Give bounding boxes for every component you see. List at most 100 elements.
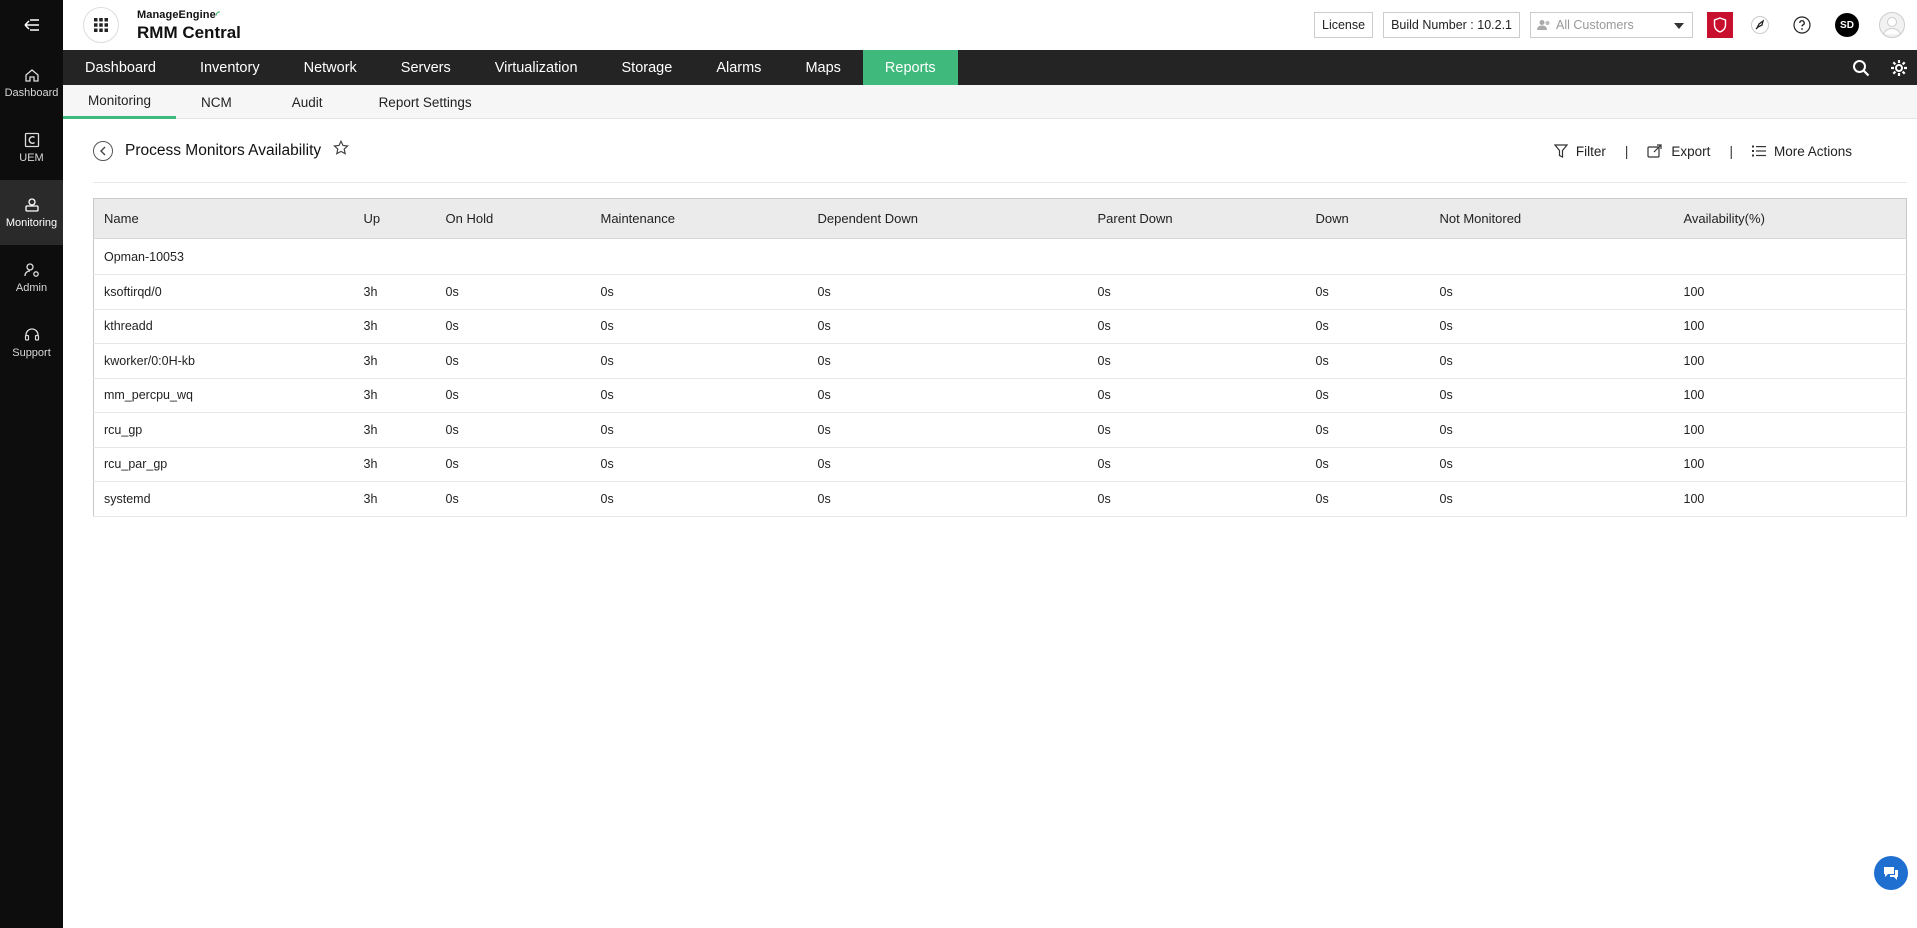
help-button[interactable]	[1789, 12, 1815, 38]
rail-item-label: Support	[12, 346, 51, 359]
rail-item-label: Monitoring	[5, 216, 58, 229]
cell-on-hold: 0s	[435, 447, 591, 482]
cell-down: 0s	[1305, 309, 1430, 344]
nav-dashboard[interactable]: Dashboard	[63, 50, 178, 85]
cell-parent-down: 0s	[1087, 378, 1306, 413]
nav-virtualization[interactable]: Virtualization	[473, 50, 600, 85]
license-button[interactable]: License	[1314, 12, 1374, 38]
column-header-up[interactable]: Up	[353, 198, 436, 239]
filter-icon	[1553, 144, 1568, 158]
cell-on-hold: 0s	[435, 309, 591, 344]
profile-button[interactable]	[1879, 12, 1905, 38]
rail-item-monitoring[interactable]: Monitoring	[0, 180, 63, 245]
cell-dependent-down: 0s	[807, 412, 1088, 448]
cell-dependent-down: 0s	[807, 343, 1088, 379]
filter-button[interactable]: Filter	[1553, 144, 1606, 159]
group-name: Opman-10053	[93, 238, 1907, 275]
export-button[interactable]: Export	[1647, 144, 1710, 159]
column-header-not-monitored[interactable]: Not Monitored	[1429, 198, 1674, 239]
column-header-maintenance[interactable]: Maintenance	[590, 198, 808, 239]
chat-button[interactable]	[1874, 856, 1908, 890]
report-content: Process Monitors Availability Filter | E…	[93, 119, 1907, 517]
chevron-down-icon	[1674, 23, 1684, 29]
nav-inventory[interactable]: Inventory	[178, 50, 282, 85]
cell-not-monitored: 0s	[1429, 274, 1674, 310]
cell-parent-down: 0s	[1087, 309, 1306, 344]
cell-not-monitored: 0s	[1429, 447, 1674, 482]
cell-availability: 100	[1673, 309, 1907, 344]
cell-name: mm_percpu_wq	[93, 378, 354, 413]
customer-select-value: All Customers	[1556, 18, 1634, 32]
help-icon	[1793, 16, 1811, 34]
profile-icon	[1879, 12, 1905, 38]
nav-maps[interactable]: Maps	[783, 50, 862, 85]
monitoring-icon	[24, 197, 39, 212]
cell-down: 0s	[1305, 343, 1430, 379]
nav-reports[interactable]: Reports	[862, 50, 958, 85]
rail-item-uem[interactable]: UEM	[0, 115, 63, 180]
app-launcher-button[interactable]	[83, 7, 119, 43]
cell-not-monitored: 0s	[1429, 343, 1674, 379]
favorite-button[interactable]	[333, 139, 350, 161]
collapse-menu-button[interactable]	[0, 0, 63, 50]
column-header-dependent-down[interactable]: Dependent Down	[807, 198, 1088, 239]
cell-down: 0s	[1305, 481, 1430, 517]
nav-storage[interactable]: Storage	[600, 50, 695, 85]
cell-down: 0s	[1305, 412, 1430, 448]
page-actions: Filter | Export | More Actions	[1553, 119, 1852, 183]
table-row: kthreadd 3h 0s 0s 0s 0s 0s 0s 100	[93, 309, 1907, 344]
build-number-badge: Build Number : 10.2.1	[1383, 12, 1520, 38]
cell-name: rcu_gp	[93, 412, 354, 448]
brand-logo[interactable]: ManageEngine◜ RMM Central	[137, 8, 241, 42]
rail-item-admin[interactable]: Admin	[0, 245, 63, 310]
column-header-down[interactable]: Down	[1305, 198, 1430, 239]
whats-new-button[interactable]	[1747, 12, 1773, 38]
rail-item-dashboard[interactable]: Dashboard	[0, 50, 63, 115]
cell-availability: 100	[1673, 481, 1907, 517]
nav-alarms[interactable]: Alarms	[694, 50, 783, 85]
user-avatar[interactable]: SD	[1835, 13, 1859, 37]
cell-down: 0s	[1305, 447, 1430, 482]
page-header: Process Monitors Availability Filter | E…	[93, 119, 1907, 183]
cell-dependent-down: 0s	[807, 447, 1088, 482]
subtab-ncm[interactable]: NCM	[176, 85, 257, 119]
cell-up: 3h	[353, 481, 436, 517]
more-actions-label: More Actions	[1773, 143, 1852, 159]
column-header-availability[interactable]: Availability(%)	[1673, 198, 1907, 239]
cell-maintenance: 0s	[590, 481, 808, 517]
cell-dependent-down: 0s	[807, 274, 1088, 310]
subtab-audit[interactable]: Audit	[257, 85, 348, 119]
column-header-on-hold[interactable]: On Hold	[435, 198, 591, 239]
rocket-icon	[1751, 16, 1769, 34]
page-title: Process Monitors Availability	[125, 141, 322, 159]
cell-up: 3h	[353, 447, 436, 482]
nav-servers[interactable]: Servers	[379, 50, 473, 85]
cell-parent-down: 0s	[1087, 274, 1306, 310]
rail-item-support[interactable]: Support	[0, 310, 63, 375]
column-header-name[interactable]: Name	[93, 198, 354, 239]
nav-network[interactable]: Network	[282, 50, 379, 85]
customer-select[interactable]: All Customers	[1530, 12, 1693, 38]
cell-parent-down: 0s	[1087, 412, 1306, 448]
cell-availability: 100	[1673, 412, 1907, 448]
settings-button[interactable]	[1881, 59, 1917, 77]
global-search-button[interactable]	[1843, 59, 1879, 77]
brand-vendor: ManageEngine◜	[137, 8, 220, 21]
cell-maintenance: 0s	[590, 309, 808, 344]
table-row: ksoftirqd/0 3h 0s 0s 0s 0s 0s 0s 100	[93, 274, 1907, 310]
cell-dependent-down: 0s	[807, 481, 1088, 517]
subtab-report-settings[interactable]: Report Settings	[348, 85, 497, 119]
menu-collapse-icon	[23, 19, 39, 31]
left-rail: Dashboard UEM Monitoring Admin Support	[0, 0, 63, 928]
cell-availability: 100	[1673, 343, 1907, 379]
top-header: ManageEngine◜ RMM Central License Build …	[63, 0, 1917, 50]
admin-icon	[23, 262, 39, 277]
back-button[interactable]	[93, 140, 113, 161]
more-actions-button[interactable]: More Actions	[1751, 143, 1852, 159]
subtab-monitoring[interactable]: Monitoring	[63, 85, 177, 119]
export-icon	[1647, 144, 1663, 158]
cell-on-hold: 0s	[435, 412, 591, 448]
brand-product: RMM Central	[137, 22, 241, 42]
column-header-parent-down[interactable]: Parent Down	[1087, 198, 1306, 239]
security-alert-button[interactable]	[1707, 12, 1733, 38]
